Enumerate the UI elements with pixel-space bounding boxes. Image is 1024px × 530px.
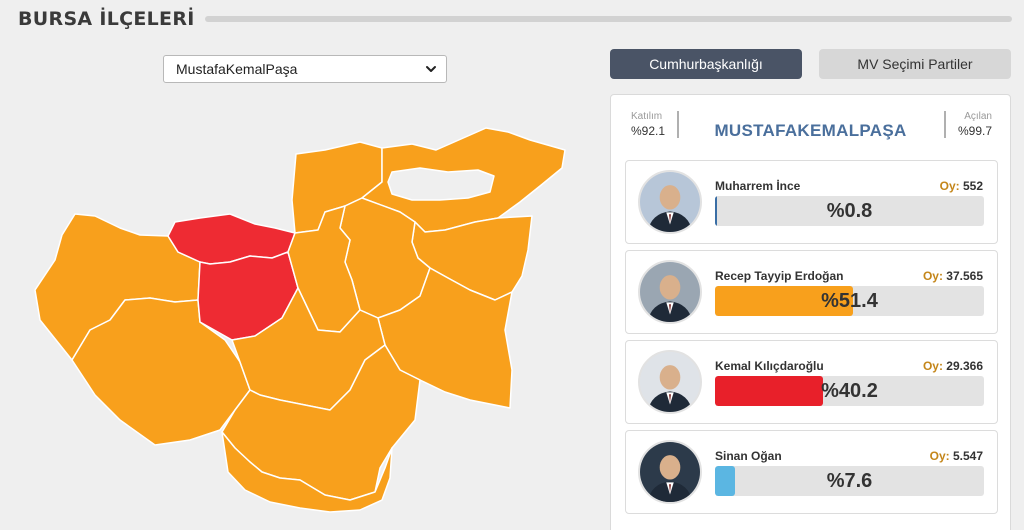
tab-parliament-parties[interactable]: MV Seçimi Partiler bbox=[819, 49, 1011, 79]
candidate-votes: Oy: 37.565 bbox=[922, 269, 983, 283]
vote-share-bar: %0.8 bbox=[715, 196, 984, 226]
vote-share-percent: %0.8 bbox=[826, 200, 873, 222]
title-divider bbox=[204, 16, 1012, 22]
vote-share-bar: %7.6 bbox=[715, 466, 984, 496]
candidate-votes: Oy: 552 bbox=[939, 179, 983, 193]
candidate-name: Recep Tayyip Erdoğan bbox=[715, 269, 844, 283]
district-select[interactable]: MustafaKemalPaşa bbox=[163, 55, 447, 83]
opened-value: %99.7 bbox=[957, 124, 992, 138]
candidate-card: Recep Tayyip Erdoğan Oy: 37.565 %51.4 bbox=[625, 250, 998, 334]
turnout-value: %92.1 bbox=[631, 124, 666, 138]
chevron-down-icon bbox=[426, 66, 436, 72]
vote-share-bar: %51.4 bbox=[715, 286, 984, 316]
district-select-value: MustafaKemalPaşa bbox=[176, 61, 298, 77]
vote-share-percent: %40.2 bbox=[821, 380, 878, 402]
tab-presidential[interactable]: Cumhurbaşkanlığı bbox=[610, 49, 802, 79]
candidate-card: Kemal Kılıçdaroğlu Oy: 29.366 %40.2 bbox=[625, 340, 998, 424]
vote-share-percent: %7.6 bbox=[826, 470, 873, 492]
results-panel: Katılım %92.1 MUSTAFAKEMALPAŞA Açılan %9… bbox=[610, 94, 1011, 530]
candidate-name: Muharrem İnce bbox=[715, 179, 801, 193]
avatar bbox=[638, 260, 702, 324]
candidate-card: Sinan Oğan Oy: 5.547 %7.6 bbox=[625, 430, 998, 514]
vote-share-bar: %40.2 bbox=[715, 376, 984, 406]
candidate-votes: Oy: 5.547 bbox=[929, 449, 983, 463]
avatar bbox=[638, 440, 702, 504]
avatar bbox=[638, 170, 702, 234]
turnout-stat: Katılım %92.1 bbox=[631, 111, 680, 138]
page-title: BURSA İLÇELERİ bbox=[18, 8, 195, 30]
opened-label: Açılan bbox=[964, 111, 992, 122]
opened-ballots-stat: Açılan %99.7 bbox=[943, 111, 992, 138]
candidate-votes: Oy: 29.366 bbox=[922, 359, 983, 373]
candidate-card: Muharrem İnce Oy: 552 %0.8 bbox=[625, 160, 998, 244]
avatar bbox=[638, 350, 702, 414]
turnout-label: Katılım bbox=[631, 111, 663, 122]
district-map bbox=[34, 127, 566, 513]
candidate-name: Sinan Oğan bbox=[715, 449, 782, 463]
lake-shape bbox=[387, 167, 495, 201]
page-header: BURSA İLÇELERİ bbox=[18, 6, 1012, 32]
candidate-name: Kemal Kılıçdaroğlu bbox=[715, 359, 824, 373]
district-name: MUSTAFAKEMALPAŞA bbox=[714, 121, 907, 140]
vote-share-percent: %51.4 bbox=[821, 290, 878, 312]
